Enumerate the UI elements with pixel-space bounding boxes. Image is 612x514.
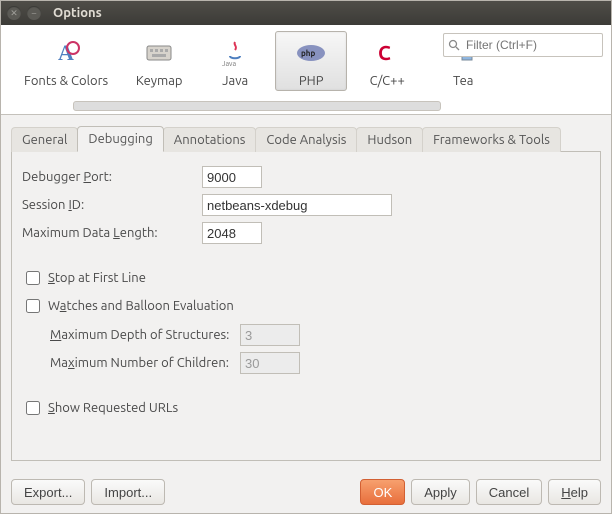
tab-code-analysis[interactable]: Code Analysis xyxy=(255,127,357,152)
debugging-panel: Debugger Port: Session ID: Maximum Data … xyxy=(11,152,601,461)
category-label: Keymap xyxy=(136,74,183,88)
c-cpp-icon: C xyxy=(370,36,404,70)
session-id-input[interactable] xyxy=(202,194,392,216)
max-depth-label: Maximum Depth of Structures: xyxy=(50,328,240,342)
import-button[interactable]: Import... xyxy=(91,479,165,505)
watches-row: Watches and Balloon Evaluation xyxy=(22,296,590,316)
dialog-footer: Export... Import... OK Apply Cancel Help xyxy=(1,471,611,513)
tab-general[interactable]: General xyxy=(11,127,78,152)
php-icon: php xyxy=(294,36,328,70)
show-urls-checkbox[interactable] xyxy=(26,401,40,415)
max-children-input xyxy=(240,352,300,374)
fonts-colors-icon: A xyxy=(49,36,83,70)
tab-annotations[interactable]: Annotations xyxy=(163,127,257,152)
sub-tabs: General Debugging Annotations Code Analy… xyxy=(11,125,601,152)
export-button[interactable]: Export... xyxy=(11,479,85,505)
watches-checkbox[interactable] xyxy=(26,299,40,313)
toolbar-scrollbar[interactable] xyxy=(73,100,441,112)
category-toolbar: A Fonts & Colors Keymap xyxy=(1,25,611,115)
titlebar: ✕ – Options xyxy=(1,1,611,25)
stop-first-line-checkbox[interactable] xyxy=(26,271,40,285)
category-label: Java xyxy=(222,74,248,88)
category-label: Fonts & Colors xyxy=(24,74,108,88)
tab-frameworks-tools[interactable]: Frameworks & Tools xyxy=(422,127,561,152)
window-title: Options xyxy=(53,6,102,20)
filter-search[interactable] xyxy=(443,33,603,57)
java-icon: Java xyxy=(218,36,252,70)
svg-text:php: php xyxy=(301,49,315,58)
category-label: Tea xyxy=(453,74,473,88)
category-label: PHP xyxy=(299,74,324,88)
max-data-length-input[interactable] xyxy=(202,222,262,244)
tab-debugging[interactable]: Debugging xyxy=(77,126,163,152)
scrollbar-thumb[interactable] xyxy=(73,101,441,111)
help-button[interactable]: Help xyxy=(548,479,601,505)
debugger-port-input[interactable] xyxy=(202,166,262,188)
search-icon xyxy=(448,39,460,51)
options-window: ✕ – Options A Fonts & Colors xyxy=(0,0,612,514)
max-children-label: Maximum Number of Children: xyxy=(50,356,240,370)
filter-input[interactable] xyxy=(464,37,598,53)
category-c-cpp[interactable]: C C/C++ xyxy=(351,31,423,91)
svg-text:C: C xyxy=(378,41,391,64)
session-id-label: Session ID: xyxy=(22,198,202,212)
apply-button[interactable]: Apply xyxy=(411,479,470,505)
category-fonts-colors[interactable]: A Fonts & Colors xyxy=(13,31,119,91)
category-php[interactable]: php PHP xyxy=(275,31,347,91)
stop-first-line-row: Stop at First Line xyxy=(22,268,590,288)
close-icon[interactable]: ✕ xyxy=(7,6,21,20)
svg-text:Java: Java xyxy=(222,60,236,68)
keymap-icon xyxy=(142,36,176,70)
tab-hudson[interactable]: Hudson xyxy=(356,127,423,152)
category-label: C/C++ xyxy=(370,74,405,88)
svg-text:A: A xyxy=(58,40,74,65)
show-urls-row: Show Requested URLs xyxy=(22,398,590,418)
debugger-port-label: Debugger Port: xyxy=(22,170,202,184)
category-java[interactable]: Java Java xyxy=(199,31,271,91)
watches-label: Watches and Balloon Evaluation xyxy=(48,299,234,313)
max-depth-input xyxy=(240,324,300,346)
show-urls-label: Show Requested URLs xyxy=(48,401,178,415)
stop-first-line-label: Stop at First Line xyxy=(48,271,146,285)
cancel-button[interactable]: Cancel xyxy=(476,479,542,505)
ok-button[interactable]: OK xyxy=(360,479,405,505)
max-data-length-label: Maximum Data Length: xyxy=(22,226,202,240)
content-area: General Debugging Annotations Code Analy… xyxy=(1,115,611,471)
category-keymap[interactable]: Keymap xyxy=(123,31,195,91)
minimize-icon[interactable]: – xyxy=(27,6,41,20)
